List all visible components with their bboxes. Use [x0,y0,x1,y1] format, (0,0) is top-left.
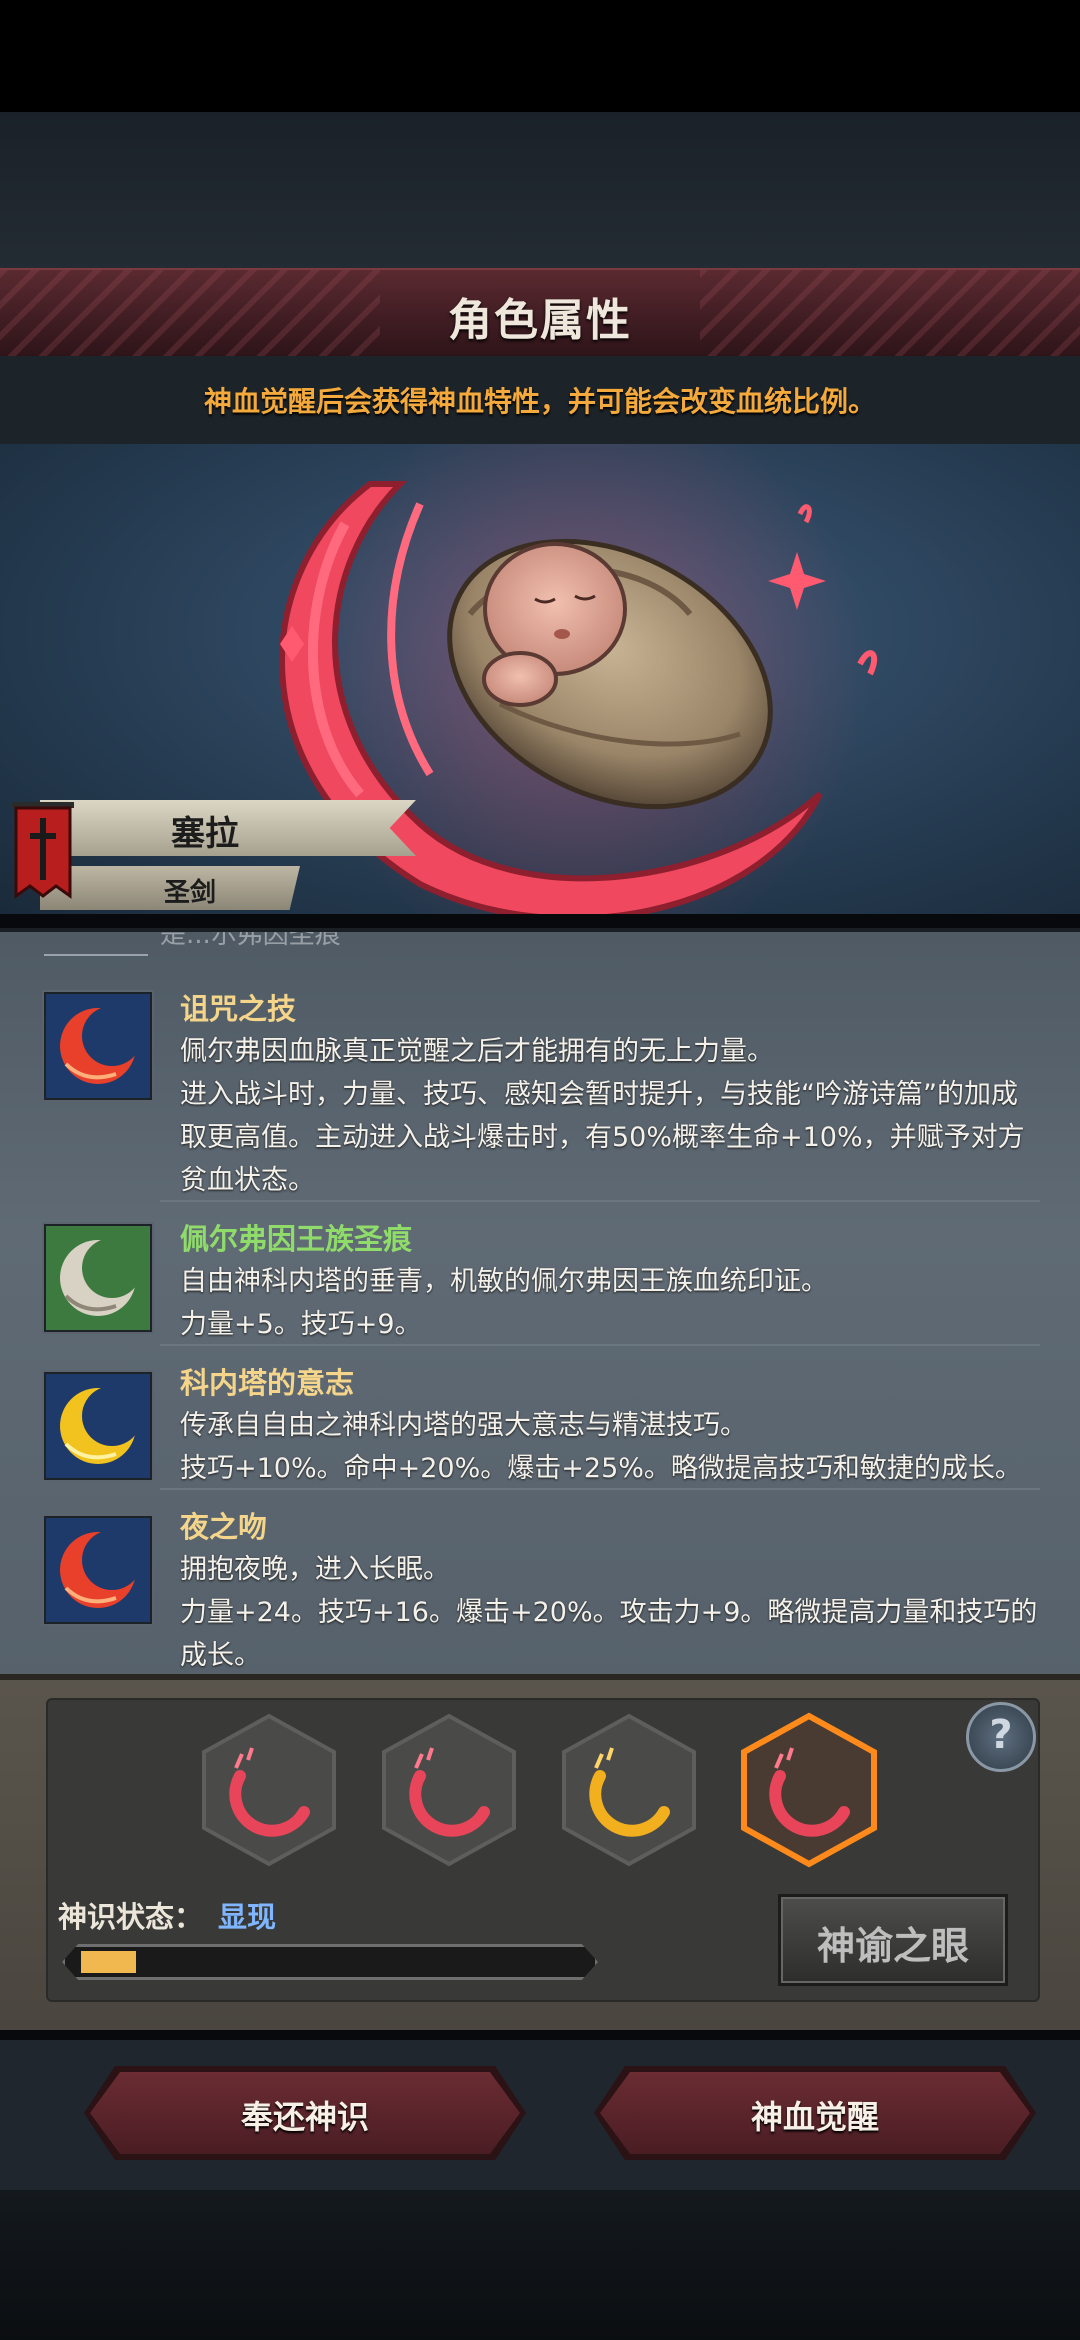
blood-awaken-label: 神血觉醒 [750,2098,879,2136]
hint-text: 神血觉醒后会获得神血特性，并可能会改变血统比例。 [203,385,876,418]
gold-flame-crescent-icon [44,1372,152,1480]
divider [160,1200,1040,1202]
awakening-progress-bar [62,1944,598,1980]
awakening-slot-4-selected[interactable] [740,1712,878,1868]
trait-name: 科内塔的意志 [180,1366,355,1400]
blood-awaken-button[interactable]: 神血觉醒 [600,2072,1030,2154]
divider [160,1488,1040,1490]
character-name: 塞拉 [171,814,239,854]
trait-desc: 佩尔弗因血脉真正觉醒之后才能拥有的无上力量。 进入战斗时，力量、技巧、感知会暂时… [180,1036,1025,1196]
top-band [0,112,1080,270]
trait-name: 诅咒之技 [180,992,297,1026]
bottom-band [0,2190,1080,2340]
banner-flag-icon [12,802,74,899]
faded-prev-line: 是...尔弗因圣痕 [160,928,341,950]
divider [160,1344,1040,1346]
help-button[interactable]: ? [966,1702,1036,1772]
red-flame-crescent-icon [44,992,152,1100]
awakening-slot-1[interactable] [200,1712,338,1868]
awakening-slot-3[interactable] [560,1712,698,1868]
return-divinity-button[interactable]: 奉还神识 [90,2072,520,2154]
return-divinity-label: 奉还神识 [240,2098,369,2136]
trait-name: 佩尔弗因王族圣痕 [180,1222,413,1256]
status-bar-area [0,0,1080,112]
hint-bar: 神血觉醒后会获得神血特性，并可能会改变血统比例。 [0,356,1080,444]
traits-panel: 是...尔弗因圣痕 诅咒之技 佩尔弗因血脉真正觉醒之后才能拥有的无上力量。 进入… [0,928,1080,1678]
oracle-eye-label: 神谕之眼 [816,1924,969,1968]
oracle-eye-button[interactable]: 神谕之眼 [778,1894,1008,1986]
status-value: 显现 [218,1900,277,1934]
title-bar: 角色属性 [0,268,1080,358]
awakening-slot-2[interactable] [380,1712,518,1868]
red-flame-crescent-icon [44,1516,152,1624]
trait-desc: 拥抱夜晚，进入长眠。 力量+24。技巧+16。爆击+20%。攻击力+9。略微提高… [180,1554,1038,1671]
page-title: 角色属性 [448,295,632,346]
class-plate: 圣剑 [40,866,300,910]
status-label: 神识状态： [58,1900,204,1934]
white-flame-crescent-icon [44,1224,152,1332]
trait-desc: 自由神科内塔的垂青，机敏的佩尔弗因王族血统印证。 力量+5。技巧+9。 [180,1266,828,1340]
trait-name: 夜之吻 [180,1510,268,1544]
top-divider [44,954,148,956]
trait-desc: 传承自自由之神科内塔的强大意志与精湛技巧。 技巧+10%。命中+20%。爆击+2… [180,1410,1022,1484]
progress-fill [81,1951,136,1973]
